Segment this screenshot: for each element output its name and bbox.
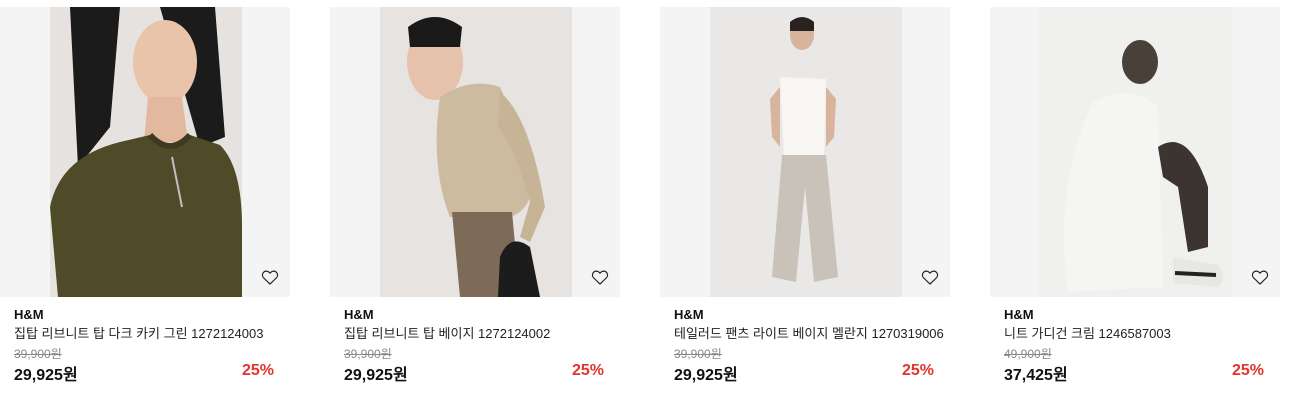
original-price: 49,900원 (1004, 347, 1052, 361)
product-photo-tailored-pants (710, 7, 902, 297)
discount-badge: 25% (1231, 362, 1264, 379)
product-name[interactable]: 테일러드 팬츠 라이트 베이지 멜란지 1270319006 (674, 323, 944, 342)
product-brand[interactable]: H&M (1004, 307, 1034, 322)
product-photo-beige-ribbed-zip-top (380, 7, 572, 297)
product-brand[interactable]: H&M (344, 307, 374, 322)
product-name[interactable]: 니트 가디건 크림 1246587003 (1004, 323, 1171, 342)
product-card[interactable]: H&M 집탑 리브니트 탑 베이지 1272124002 39,900원 29,… (330, 7, 620, 397)
product-brand[interactable]: H&M (674, 307, 704, 322)
sale-price: 29,925원 (14, 367, 78, 384)
product-grid: H&M 집탑 리브니트 탑 다크 카키 그린 1272124003 39,900… (0, 0, 1289, 404)
original-price: 39,900원 (674, 347, 722, 361)
product-card[interactable]: H&M 니트 가디건 크림 1246587003 49,900원 37,425원… (990, 7, 1280, 397)
product-name[interactable]: 집탑 리브니트 탑 다크 카키 그린 1272124003 (14, 323, 263, 342)
product-image[interactable] (990, 7, 1280, 297)
discount-badge: 25% (901, 362, 934, 379)
product-image[interactable] (330, 7, 620, 297)
product-name[interactable]: 집탑 리브니트 탑 베이지 1272124002 (344, 323, 550, 342)
sale-price: 37,425원 (1004, 367, 1068, 384)
product-image[interactable] (660, 7, 950, 297)
product-photo-khaki-ribbed-zip-top (50, 7, 242, 297)
sale-price: 29,925원 (344, 367, 408, 384)
original-price: 39,900원 (344, 347, 392, 361)
original-price: 39,900원 (14, 347, 62, 361)
sale-price: 29,925원 (674, 367, 738, 384)
heart-outline-icon[interactable] (920, 267, 940, 287)
product-card[interactable]: H&M 집탑 리브니트 탑 다크 카키 그린 1272124003 39,900… (0, 7, 290, 397)
product-image[interactable] (0, 7, 290, 297)
heart-outline-icon[interactable] (260, 267, 280, 287)
product-card[interactable]: H&M 테일러드 팬츠 라이트 베이지 멜란지 1270319006 39,90… (660, 7, 950, 397)
discount-badge: 25% (241, 362, 274, 379)
heart-outline-icon[interactable] (1250, 267, 1270, 287)
discount-badge: 25% (571, 362, 604, 379)
product-photo-knit-cardigan (1038, 7, 1232, 297)
product-brand[interactable]: H&M (14, 307, 44, 322)
heart-outline-icon[interactable] (590, 267, 610, 287)
